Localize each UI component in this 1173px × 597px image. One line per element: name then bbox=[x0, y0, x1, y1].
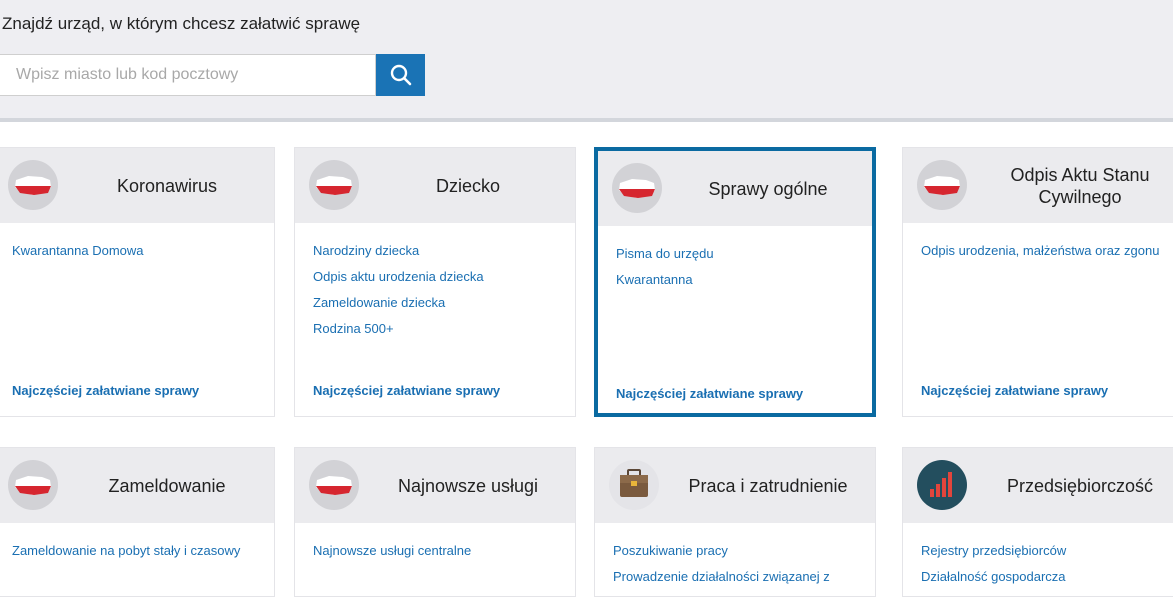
card-header: Przedsiębiorczość bbox=[903, 448, 1173, 523]
card-link[interactable]: Narodziny dziecka bbox=[313, 243, 565, 259]
most-common-link[interactable]: Najczęściej załatwiane sprawy bbox=[921, 383, 1108, 398]
card-links: Pisma do urzędu Kwarantanna bbox=[616, 246, 862, 298]
poland-map-icon bbox=[8, 160, 58, 210]
category-card-praca: Praca i zatrudnienie Poszukiwanie pracy … bbox=[594, 447, 876, 597]
card-header: Najnowsze usługi bbox=[295, 448, 575, 523]
card-link[interactable]: Najnowsze usługi centralne bbox=[313, 543, 565, 559]
card-title[interactable]: Najnowsze usługi bbox=[369, 448, 567, 523]
category-card-przedsiebiorczosc: Przedsiębiorczość Rejestry przedsiębiorc… bbox=[902, 447, 1173, 597]
card-link[interactable]: Poszukiwanie pracy bbox=[613, 543, 865, 559]
card-links: Zameldowanie na pobyt stały i czasowy bbox=[12, 543, 264, 569]
card-link[interactable]: Zameldowanie dziecka bbox=[313, 295, 565, 311]
card-title[interactable]: Praca i zatrudnienie bbox=[669, 448, 867, 523]
card-title[interactable]: Sprawy ogólne bbox=[672, 151, 864, 226]
card-link[interactable]: Pisma do urzędu bbox=[616, 246, 862, 262]
card-title[interactable]: Odpis Aktu Stanu Cywilnego bbox=[977, 148, 1173, 223]
card-title[interactable]: Dziecko bbox=[369, 148, 567, 223]
card-links: Rejestry przedsiębiorców Działalność gos… bbox=[921, 543, 1173, 595]
search-button[interactable] bbox=[376, 54, 425, 96]
card-link[interactable]: Odpis urodzenia, małżeństwa oraz zgonu bbox=[921, 243, 1173, 259]
category-card-koronawirus: Koronawirus Kwarantanna Domowa Najczęści… bbox=[0, 147, 275, 417]
card-links: Odpis urodzenia, małżeństwa oraz zgonu bbox=[921, 243, 1173, 269]
card-links: Kwarantanna Domowa bbox=[12, 243, 264, 269]
card-link[interactable]: Rodzina 500+ bbox=[313, 321, 565, 337]
poland-map-icon bbox=[612, 163, 662, 213]
card-title[interactable]: Zameldowanie bbox=[68, 448, 266, 523]
card-header: Praca i zatrudnienie bbox=[595, 448, 875, 523]
bar-chart-icon bbox=[917, 460, 967, 510]
category-card-najnowsze-uslugi: Najnowsze usługi Najnowsze usługi centra… bbox=[294, 447, 576, 597]
category-card-sprawy-ogolne: Sprawy ogólne Pisma do urzędu Kwarantann… bbox=[594, 147, 876, 417]
card-link[interactable]: Rejestry przedsiębiorców bbox=[921, 543, 1173, 559]
category-card-odpis-aktu: Odpis Aktu Stanu Cywilnego Odpis urodzen… bbox=[902, 147, 1173, 417]
poland-map-icon bbox=[309, 160, 359, 210]
card-header: Zameldowanie bbox=[0, 448, 274, 523]
poland-map-icon bbox=[8, 460, 58, 510]
poland-map-icon bbox=[917, 160, 967, 210]
card-header: Koronawirus bbox=[0, 148, 274, 223]
card-header: Dziecko bbox=[295, 148, 575, 223]
most-common-link[interactable]: Najczęściej załatwiane sprawy bbox=[313, 383, 500, 398]
card-links: Najnowsze usługi centralne bbox=[313, 543, 565, 569]
poland-map-icon bbox=[309, 460, 359, 510]
location-search-input[interactable] bbox=[0, 54, 376, 96]
card-link[interactable]: Odpis aktu urodzenia dziecka bbox=[313, 269, 565, 285]
section-divider bbox=[0, 118, 1173, 122]
card-link[interactable]: Kwarantanna bbox=[616, 272, 862, 288]
search-icon bbox=[390, 64, 411, 86]
search-section: Znajdź urząd, w którym chcesz załatwić s… bbox=[0, 0, 1173, 122]
card-link[interactable]: Kwarantanna Domowa bbox=[12, 243, 264, 259]
search-title: Znajdź urząd, w którym chcesz załatwić s… bbox=[2, 14, 361, 33]
card-title[interactable]: Koronawirus bbox=[68, 148, 266, 223]
card-title[interactable]: Przedsiębiorczość bbox=[977, 448, 1173, 523]
most-common-link[interactable]: Najczęściej załatwiane sprawy bbox=[12, 383, 199, 398]
card-links: Poszukiwanie pracy Prowadzenie działalno… bbox=[613, 543, 865, 595]
briefcase-icon bbox=[609, 460, 659, 510]
card-header: Sprawy ogólne bbox=[598, 151, 872, 226]
most-common-link[interactable]: Najczęściej załatwiane sprawy bbox=[616, 386, 803, 401]
card-header: Odpis Aktu Stanu Cywilnego bbox=[903, 148, 1173, 223]
card-link[interactable]: Zameldowanie na pobyt stały i czasowy bbox=[12, 543, 264, 559]
card-links: Narodziny dziecka Odpis aktu urodzenia d… bbox=[313, 243, 565, 347]
category-card-zameldowanie: Zameldowanie Zameldowanie na pobyt stały… bbox=[0, 447, 275, 597]
category-card-dziecko: Dziecko Narodziny dziecka Odpis aktu uro… bbox=[294, 147, 576, 417]
